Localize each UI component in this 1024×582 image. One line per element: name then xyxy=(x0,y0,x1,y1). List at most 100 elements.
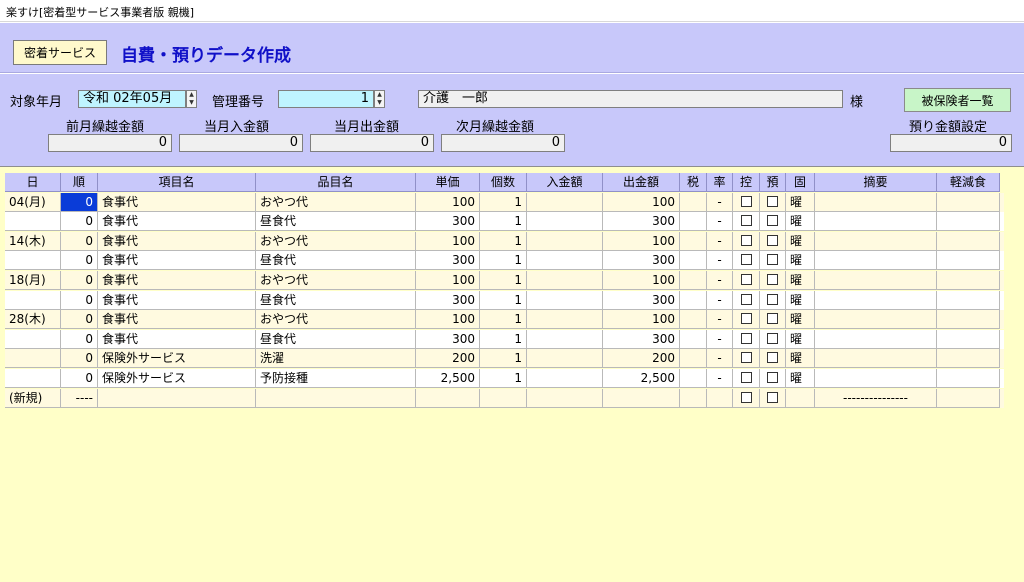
cell-order[interactable]: 0 xyxy=(61,231,98,251)
cell-unit-price[interactable]: 2,500 xyxy=(416,369,480,388)
cell-rate[interactable]: - xyxy=(707,310,733,330)
cell-day[interactable] xyxy=(5,369,61,388)
table-row[interactable]: 0 保険外サービス 予防接種 2,500 1 2,500- 曜 xyxy=(5,369,1004,388)
cell-reduced-food[interactable] xyxy=(937,329,1000,349)
cell-memo[interactable] xyxy=(815,271,937,290)
spin-down-icon[interactable]: ▼ xyxy=(187,99,196,107)
cell-unit-price[interactable]: 100 xyxy=(416,231,480,251)
cell-tax[interactable] xyxy=(680,271,707,290)
cell-reduced-food[interactable] xyxy=(937,290,1000,310)
cell-day[interactable] xyxy=(5,349,61,369)
checkbox[interactable] xyxy=(740,352,752,364)
cell-reduced-food[interactable] xyxy=(937,212,1000,232)
spin-up-icon[interactable]: ▲ xyxy=(375,91,384,99)
insured-list-button[interactable]: 被保険者一覧 xyxy=(904,88,1011,112)
cell-memo[interactable] xyxy=(815,349,937,369)
cell-item-name[interactable]: 食事代 xyxy=(98,192,256,212)
cell-fixed[interactable]: 曜 xyxy=(786,290,815,310)
checkbox[interactable] xyxy=(767,254,778,266)
cell-product-name[interactable]: おやつ代 xyxy=(256,310,416,330)
cell-deposit[interactable] xyxy=(760,231,786,251)
cell-withdrawal-amount[interactable]: 100 xyxy=(603,310,680,330)
cell-rate[interactable] xyxy=(707,388,733,408)
cell-memo[interactable] xyxy=(815,329,937,349)
cell-quantity[interactable]: 1 xyxy=(480,310,527,330)
cell-withdrawal-amount[interactable]: 100 xyxy=(603,231,680,251)
cell-product-name[interactable]: おやつ代 xyxy=(256,231,416,251)
cell-tax[interactable] xyxy=(680,290,707,310)
cell-order[interactable]: 0 xyxy=(61,349,98,369)
cell-memo[interactable]: --------------- xyxy=(815,388,937,408)
cell-memo[interactable] xyxy=(815,310,937,330)
cell-rate[interactable]: - xyxy=(707,231,733,251)
cell-item-name[interactable]: 食事代 xyxy=(98,290,256,310)
target-month-field[interactable]: 令和 02年05月 xyxy=(78,90,186,108)
checkbox[interactable] xyxy=(740,274,752,285)
cell-product-name[interactable]: 洗濯 xyxy=(256,349,416,369)
table-row[interactable]: (新規) ---- --------------- xyxy=(5,388,1004,408)
cell-deposit[interactable] xyxy=(760,192,786,212)
table-row[interactable]: 0 食事代 昼食代 300 1 300- 曜 xyxy=(5,290,1004,310)
checkbox[interactable] xyxy=(767,215,778,227)
cell-memo[interactable] xyxy=(815,369,937,388)
mgmt-no-field[interactable]: 1 xyxy=(278,90,374,108)
cell-deposit-amount[interactable] xyxy=(527,231,603,251)
cell-deduct[interactable] xyxy=(733,251,760,271)
cell-fixed[interactable]: 曜 xyxy=(786,231,815,251)
cell-tax[interactable] xyxy=(680,349,707,369)
cell-deposit-amount[interactable] xyxy=(527,192,603,212)
cell-item-name[interactable]: 食事代 xyxy=(98,271,256,290)
cell-order[interactable]: 0 xyxy=(61,271,98,290)
cell-rate[interactable]: - xyxy=(707,251,733,271)
cell-deduct[interactable] xyxy=(733,388,760,408)
cell-deposit-amount[interactable] xyxy=(527,290,603,310)
cell-deposit[interactable] xyxy=(760,251,786,271)
cell-deposit[interactable] xyxy=(760,310,786,330)
cell-tax[interactable] xyxy=(680,369,707,388)
table-row[interactable]: 18(月) 0 食事代 おやつ代 100 1 100- 曜 xyxy=(5,271,1004,290)
cell-memo[interactable] xyxy=(815,212,937,232)
cell-reduced-food[interactable] xyxy=(937,231,1000,251)
cell-withdrawal-amount[interactable]: 100 xyxy=(603,271,680,290)
cell-unit-price[interactable]: 300 xyxy=(416,251,480,271)
cell-rate[interactable]: - xyxy=(707,290,733,310)
cell-rate[interactable]: - xyxy=(707,329,733,349)
cell-day[interactable]: (新規) xyxy=(5,388,61,408)
cell-memo[interactable] xyxy=(815,192,937,212)
cell-deduct[interactable] xyxy=(733,271,760,290)
cell-quantity[interactable]: 1 xyxy=(480,349,527,369)
table-row[interactable]: 0 食事代 昼食代 300 1 300- 曜 xyxy=(5,251,1004,271)
cell-item-name[interactable]: 食事代 xyxy=(98,231,256,251)
cell-product-name[interactable]: 予防接種 xyxy=(256,369,416,388)
cell-item-name[interactable]: 保険外サービス xyxy=(98,369,256,388)
cell-order[interactable]: 0 xyxy=(61,192,98,212)
cell-product-name[interactable]: おやつ代 xyxy=(256,271,416,290)
cell-deposit-amount[interactable] xyxy=(527,369,603,388)
deposit-setting-field[interactable]: 0 xyxy=(890,134,1012,152)
cell-day[interactable] xyxy=(5,251,61,271)
cell-fixed[interactable]: 曜 xyxy=(786,251,815,271)
cell-withdrawal-amount[interactable]: 300 xyxy=(603,290,680,310)
checkbox[interactable] xyxy=(767,234,778,246)
checkbox[interactable] xyxy=(740,313,752,325)
spin-down-icon[interactable]: ▼ xyxy=(375,99,384,107)
cell-deposit[interactable] xyxy=(760,369,786,388)
cell-deduct[interactable] xyxy=(733,369,760,388)
cell-day[interactable] xyxy=(5,290,61,310)
cell-quantity[interactable]: 1 xyxy=(480,212,527,232)
cell-memo[interactable] xyxy=(815,290,937,310)
cell-reduced-food[interactable] xyxy=(937,388,1000,408)
cell-fixed[interactable]: 曜 xyxy=(786,271,815,290)
cell-product-name[interactable]: 昼食代 xyxy=(256,212,416,232)
spin-up-icon[interactable]: ▲ xyxy=(187,91,196,99)
cell-deduct[interactable] xyxy=(733,192,760,212)
cell-unit-price[interactable]: 100 xyxy=(416,310,480,330)
cell-fixed[interactable]: 曜 xyxy=(786,329,815,349)
cell-quantity[interactable]: 1 xyxy=(480,369,527,388)
cell-product-name[interactable]: 昼食代 xyxy=(256,329,416,349)
cell-deposit-amount[interactable] xyxy=(527,271,603,290)
cell-quantity[interactable]: 1 xyxy=(480,290,527,310)
cell-product-name[interactable]: おやつ代 xyxy=(256,192,416,212)
mgmt-no-spinner[interactable]: ▲ ▼ xyxy=(374,90,385,108)
cell-order[interactable]: 0 xyxy=(61,251,98,271)
